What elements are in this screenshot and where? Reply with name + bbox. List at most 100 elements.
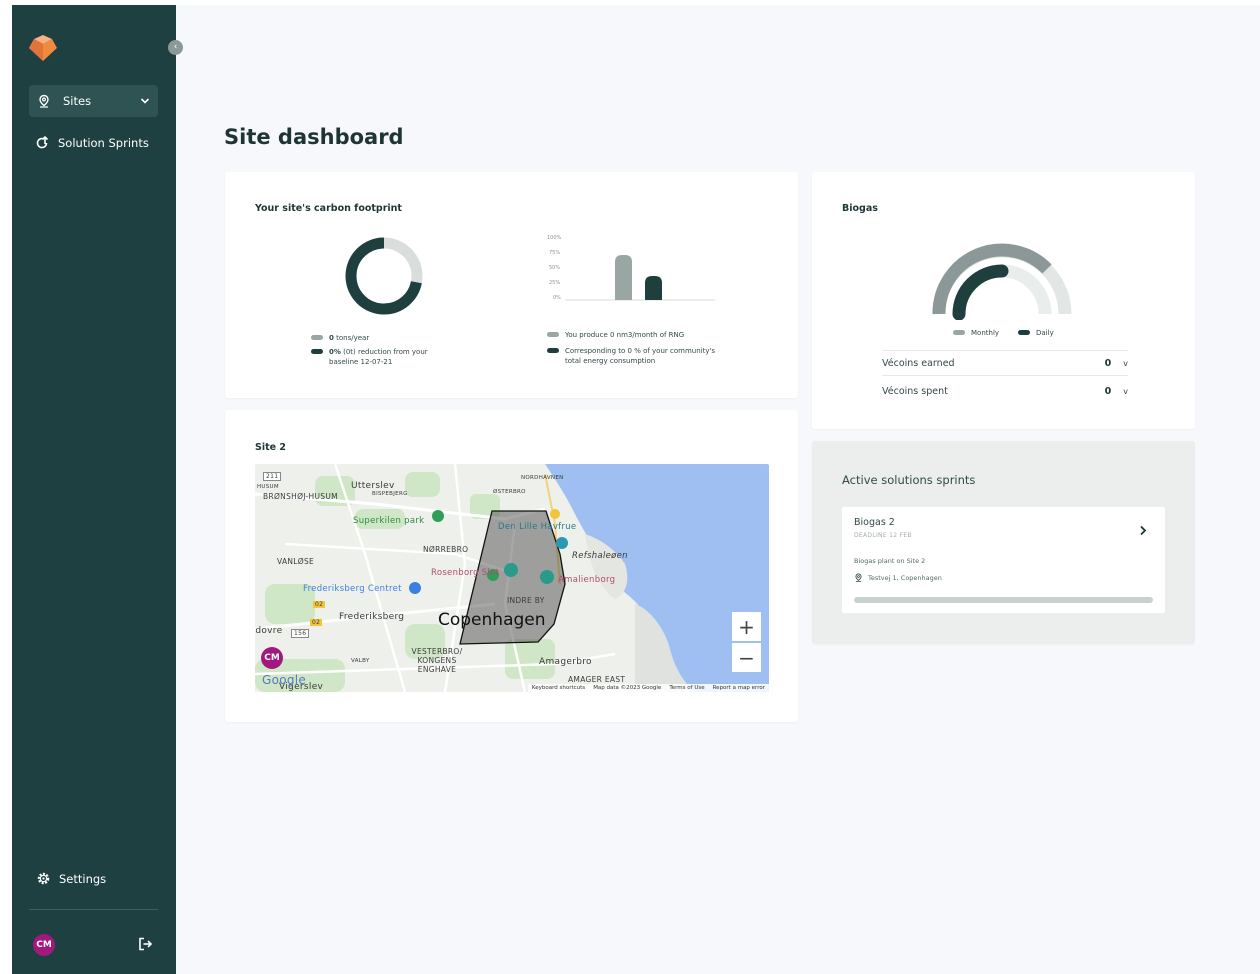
tick-label: 100% bbox=[547, 235, 562, 241]
map-label: NØRREBRO bbox=[423, 545, 469, 554]
monthly-label: Monthly bbox=[971, 329, 1000, 337]
map-label: Rødovre bbox=[255, 626, 283, 636]
sprint-name: Biogas 2 bbox=[854, 517, 895, 528]
chevron-right-icon[interactable] bbox=[1139, 525, 1147, 536]
google-logo[interactable]: Google bbox=[262, 673, 306, 687]
legend-swatch bbox=[1018, 330, 1030, 335]
vecoins-earned-row[interactable]: Vécoins earned 0 v bbox=[882, 350, 1128, 376]
chevron-down-icon[interactable] bbox=[140, 97, 150, 105]
map-label: Utterslev bbox=[351, 481, 395, 491]
tick-label: 25% bbox=[549, 280, 561, 286]
row-label: Vécoins spent bbox=[882, 385, 948, 397]
chevron-down-icon[interactable]: v bbox=[1123, 387, 1128, 396]
sidebar-item-label: Solution Sprints bbox=[58, 136, 149, 150]
biogas-card: Biogas Monthly Daily Vécoins earned 0 v … bbox=[812, 172, 1195, 429]
legend-daily: Daily bbox=[1018, 328, 1054, 338]
sprint-deadline: DEADLINE 12 FEB bbox=[854, 532, 912, 539]
refresh-icon bbox=[36, 135, 49, 149]
keyboard-shortcuts-link[interactable]: Keyboard shortcuts bbox=[532, 685, 585, 691]
map-label: VANLØSE bbox=[277, 557, 315, 566]
map-label: Superkilen park bbox=[353, 516, 425, 526]
tons-text: tons/year bbox=[336, 334, 370, 342]
site-card-title: Site 2 bbox=[255, 442, 287, 453]
gear-icon bbox=[37, 872, 50, 885]
carbon-card-title: Your site's carbon footprint bbox=[255, 203, 402, 214]
legend-tons: 0 tons/year bbox=[311, 333, 369, 343]
site-map-card: Site 2 Utterslev BRØNSHØJ-HUSUM BISPEBJE… bbox=[225, 410, 798, 722]
map-label: BISPEBJERG bbox=[372, 491, 408, 497]
map-data-text: Map data ©2023 Google bbox=[593, 685, 662, 691]
map-label: Amagerbro bbox=[539, 657, 592, 667]
map-label: Amalienborg bbox=[558, 575, 616, 585]
row-label: Vécoins earned bbox=[882, 357, 955, 369]
chevron-left-icon: ‹ bbox=[173, 42, 178, 52]
bar-produced bbox=[615, 255, 632, 300]
sidebar-item-label: Sites bbox=[63, 94, 92, 108]
sprint-description: Biogas plant on Site 2 bbox=[854, 557, 926, 565]
carbon-footprint-card: Your site's carbon footprint 0 tons/year… bbox=[225, 172, 798, 398]
vecoins-spent-row[interactable]: Vécoins spent 0 v bbox=[882, 378, 1128, 404]
map-label: Den Lille Havfrue bbox=[498, 522, 577, 532]
active-sprints-card: Active solutions sprints Biogas 2 DEADLI… bbox=[812, 441, 1195, 644]
legend-swatch bbox=[311, 335, 323, 340]
legend-swatch bbox=[953, 330, 965, 335]
bar-plot-area bbox=[565, 255, 715, 301]
app-logo[interactable] bbox=[28, 35, 58, 61]
reduction-value: 0% bbox=[329, 348, 341, 356]
sidebar-divider bbox=[29, 909, 158, 910]
site-map[interactable]: Utterslev BRØNSHØJ-HUSUM BISPEBJERG ØSTE… bbox=[255, 464, 769, 692]
page: ‹ Sites Solution Sprints Settings CM Sit… bbox=[12, 5, 1260, 974]
map-label: Rosenborg Slot bbox=[431, 568, 500, 578]
sidebar-item-sites[interactable]: Sites bbox=[29, 85, 158, 117]
report-error-link[interactable]: Report a map error bbox=[713, 685, 765, 691]
map-label: Refshaleøen bbox=[572, 551, 628, 561]
map-label: ØSTERBRO bbox=[493, 489, 526, 495]
tons-value: 0 bbox=[329, 334, 334, 342]
zoom-in-button[interactable]: + bbox=[732, 612, 761, 641]
produce-text: You produce 0 nm3/month of RNG bbox=[565, 331, 685, 339]
map-label: Frederiksberg bbox=[339, 612, 405, 622]
road-badge: 02 bbox=[310, 619, 323, 626]
sidebar-item-solution-sprints[interactable]: Solution Sprints bbox=[34, 135, 149, 151]
sidebar-item-settings[interactable]: Settings bbox=[36, 871, 106, 886]
legend-swatch bbox=[311, 349, 323, 354]
biogas-gauge bbox=[932, 243, 1072, 320]
map-label: NORDHAVNEN bbox=[521, 475, 564, 481]
collapse-sidebar-button[interactable]: ‹ bbox=[168, 40, 183, 55]
location-pin-icon bbox=[39, 94, 49, 108]
carbon-donut-chart bbox=[345, 237, 423, 315]
road-badge: 211 bbox=[263, 472, 282, 481]
logout-icon[interactable] bbox=[137, 936, 153, 952]
user-avatar[interactable]: CM bbox=[33, 934, 55, 956]
sprint-item[interactable]: Biogas 2 DEADLINE 12 FEB Biogas plant on… bbox=[842, 507, 1165, 613]
terms-link[interactable]: Terms of Use bbox=[669, 685, 704, 691]
page-title: Site dashboard bbox=[224, 125, 404, 149]
map-label: VESTERBRO/ KONGENS ENGHAVE bbox=[411, 647, 463, 674]
road-badge: 02 bbox=[313, 601, 326, 608]
reduction-text: (0t) reduction from your baseline 12-07-… bbox=[329, 348, 428, 366]
map-user-avatar[interactable]: CM bbox=[261, 647, 283, 669]
daily-label: Daily bbox=[1036, 329, 1054, 337]
sidebar: ‹ Sites Solution Sprints Settings CM bbox=[12, 5, 183, 974]
zoom-out-button[interactable]: − bbox=[732, 643, 761, 672]
map-footer: Keyboard shortcuts Map data ©2023 Google… bbox=[527, 684, 769, 692]
bar-share bbox=[645, 276, 662, 300]
legend-produce: You produce 0 nm3/month of RNG bbox=[547, 330, 684, 340]
biogas-card-title: Biogas bbox=[842, 203, 878, 214]
row-value: 0 bbox=[1104, 357, 1112, 369]
location-pin-icon bbox=[855, 573, 862, 582]
legend-reduction: 0% (0t) reduction from your baseline 12-… bbox=[311, 347, 441, 367]
sprint-progress-bar bbox=[854, 597, 1153, 603]
tick-label: 0% bbox=[553, 295, 561, 301]
map-label: INDRE BY bbox=[507, 596, 545, 605]
map-label: AMAGER EAST bbox=[568, 675, 626, 684]
legend-corresponding: Corresponding to 0 % of your community's… bbox=[547, 346, 727, 366]
chevron-down-icon[interactable]: v bbox=[1123, 359, 1128, 368]
tick-label: 75% bbox=[549, 250, 561, 256]
legend-monthly: Monthly bbox=[953, 328, 999, 338]
sprint-location-text: Testvej 1, Copenhagen bbox=[868, 573, 942, 582]
corresponding-text: Corresponding to 0 % of your community's… bbox=[565, 347, 716, 365]
map-label: Frederiksberg Centret bbox=[303, 584, 402, 594]
map-label: BRØNSHØJ-HUSUM bbox=[263, 492, 338, 501]
map-label: VALBY bbox=[351, 658, 370, 664]
